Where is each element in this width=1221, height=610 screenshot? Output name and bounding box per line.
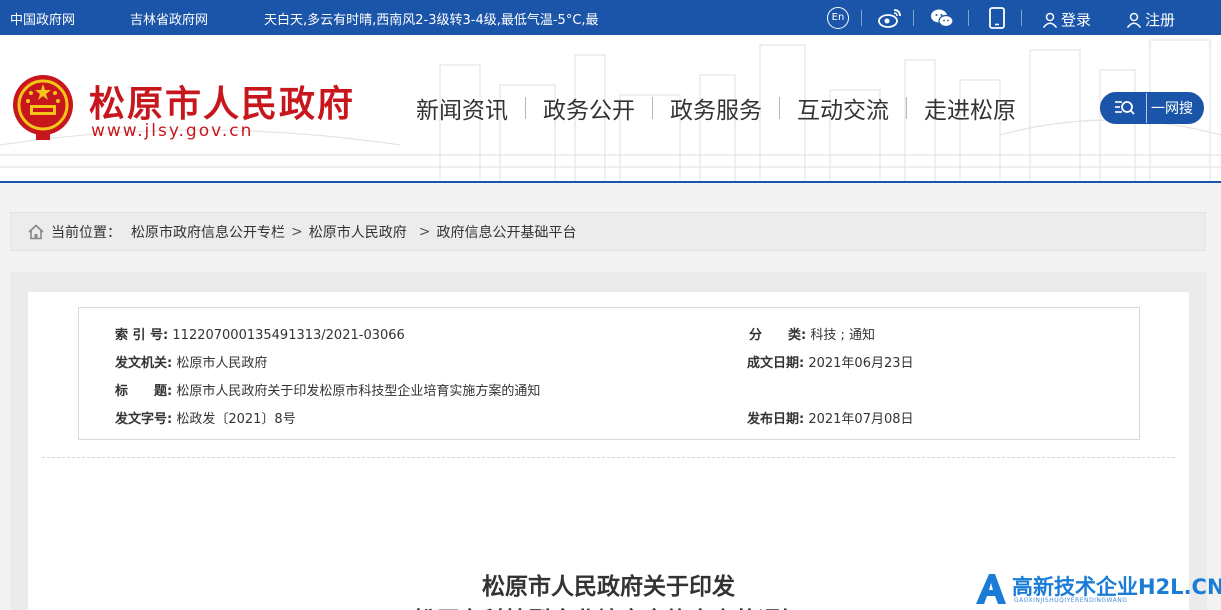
breadcrumb-item-city-gov[interactable]: 松原市人民政府 bbox=[309, 222, 407, 242]
search-icon bbox=[1101, 93, 1147, 123]
breadcrumb-item-info-platform[interactable]: 政府信息公开基础平台 bbox=[436, 222, 576, 242]
login-label: 登录 bbox=[1061, 11, 1092, 29]
site-watermark: 高新技术企业H2L.CN GAOXINJISHUQIYERENDINGWANG bbox=[972, 568, 1221, 610]
meta-issuer-label: 发文机关: bbox=[115, 356, 173, 371]
breadcrumb-separator: > bbox=[291, 223, 303, 240]
meta-created-value: 2021年06月23日 bbox=[808, 356, 914, 371]
unified-search-button[interactable]: 一网搜 bbox=[1100, 92, 1204, 124]
divider bbox=[968, 10, 969, 26]
breadcrumb-item-info-column[interactable]: 松原市政府信息公开专栏 bbox=[131, 222, 285, 242]
main-nav: 新闻资讯 政务公开 政务服务 互动交流 走进松原 bbox=[408, 90, 1024, 126]
nav-gov-affairs-public[interactable]: 政务公开 bbox=[535, 91, 643, 125]
national-emblem-logo bbox=[13, 75, 73, 140]
meta-published-label: 发布日期: bbox=[747, 412, 805, 427]
divider bbox=[42, 457, 1175, 458]
nav-divider bbox=[652, 97, 653, 119]
english-version-badge: En bbox=[827, 7, 849, 29]
meta-title-value: 松原市人民政府关于印发松原市科技型企业培育实施方案的通知 bbox=[176, 384, 541, 399]
meta-title-label: 标 题: bbox=[115, 384, 173, 399]
link-china-gov[interactable]: 中国政府网 bbox=[10, 9, 75, 28]
meta-docno-label: 发文字号: bbox=[115, 412, 173, 427]
meta-category-value: 科技 ; 通知 bbox=[810, 328, 875, 343]
mobile-icon[interactable] bbox=[985, 6, 1009, 30]
breadcrumb-prefix: 当前位置： bbox=[51, 224, 121, 241]
site-header: 松原市人民政府 www.jlsy.gov.cn 新闻资讯 政务公开 政务服务 互… bbox=[0, 35, 1221, 183]
home-icon bbox=[28, 223, 44, 239]
meta-category-label: 分 类: bbox=[749, 328, 807, 343]
nav-divider bbox=[906, 97, 907, 119]
nav-divider bbox=[779, 97, 780, 119]
divider bbox=[913, 10, 914, 26]
en-icon[interactable]: En bbox=[826, 6, 850, 30]
nav-gov-services[interactable]: 政务服务 bbox=[662, 91, 770, 125]
user-icon bbox=[1042, 12, 1058, 28]
breadcrumb: 当前位置： 松原市政府信息公开专栏 > 松原市人民政府 > 政府信息公开基础平台 bbox=[10, 212, 1206, 251]
meta-published-value: 2021年07月08日 bbox=[808, 412, 914, 427]
nav-divider bbox=[525, 97, 526, 119]
link-jilin-gov[interactable]: 吉林省政府网 bbox=[130, 9, 208, 28]
meta-issuer-value: 松原市人民政府 bbox=[176, 356, 268, 371]
divider bbox=[1021, 10, 1022, 26]
breadcrumb-separator: > bbox=[418, 223, 431, 240]
watermark-logo-icon bbox=[976, 574, 1006, 604]
top-bar: 中国政府网 吉林省政府网 天白天,多云有时晴,西南风2-3级转3-4级,最低气温… bbox=[0, 0, 1221, 35]
divider bbox=[861, 10, 862, 26]
meta-index-value: 112207000135491313/2021-03066 bbox=[172, 328, 405, 343]
nav-about-songyuan[interactable]: 走进松原 bbox=[916, 91, 1024, 125]
meta-created-label: 成文日期: bbox=[747, 356, 805, 371]
nav-interaction[interactable]: 互动交流 bbox=[789, 91, 897, 125]
login-link[interactable]: 登录 bbox=[1042, 9, 1091, 30]
watermark-subtext: GAOXINJISHUQIYERENDINGWANG bbox=[1014, 597, 1128, 604]
register-user-icon bbox=[1126, 12, 1142, 28]
register-label: 注册 bbox=[1145, 11, 1176, 29]
wechat-icon[interactable] bbox=[930, 6, 954, 30]
search-label: 一网搜 bbox=[1151, 101, 1193, 117]
content-panel: 索 引 号: 112207000135491313/2021-03066 分 类… bbox=[10, 272, 1207, 610]
article-container: 索 引 号: 112207000135491313/2021-03066 分 类… bbox=[28, 292, 1189, 610]
meta-index-label: 索 引 号: bbox=[115, 328, 169, 343]
site-title: 松原市人民政府 bbox=[89, 83, 356, 125]
register-link[interactable]: 注册 bbox=[1126, 9, 1175, 30]
weather-ticker: 天白天,多云有时晴,西南风2-3级转3-4级,最低气温-5°C,最 bbox=[264, 13, 599, 28]
document-meta-table: 索 引 号: 112207000135491313/2021-03066 分 类… bbox=[78, 307, 1140, 440]
meta-docno-value: 松政发〔2021〕8号 bbox=[176, 412, 296, 427]
site-url: www.jlsy.gov.cn bbox=[91, 121, 254, 141]
weibo-icon[interactable] bbox=[878, 6, 902, 30]
nav-news[interactable]: 新闻资讯 bbox=[408, 91, 516, 125]
